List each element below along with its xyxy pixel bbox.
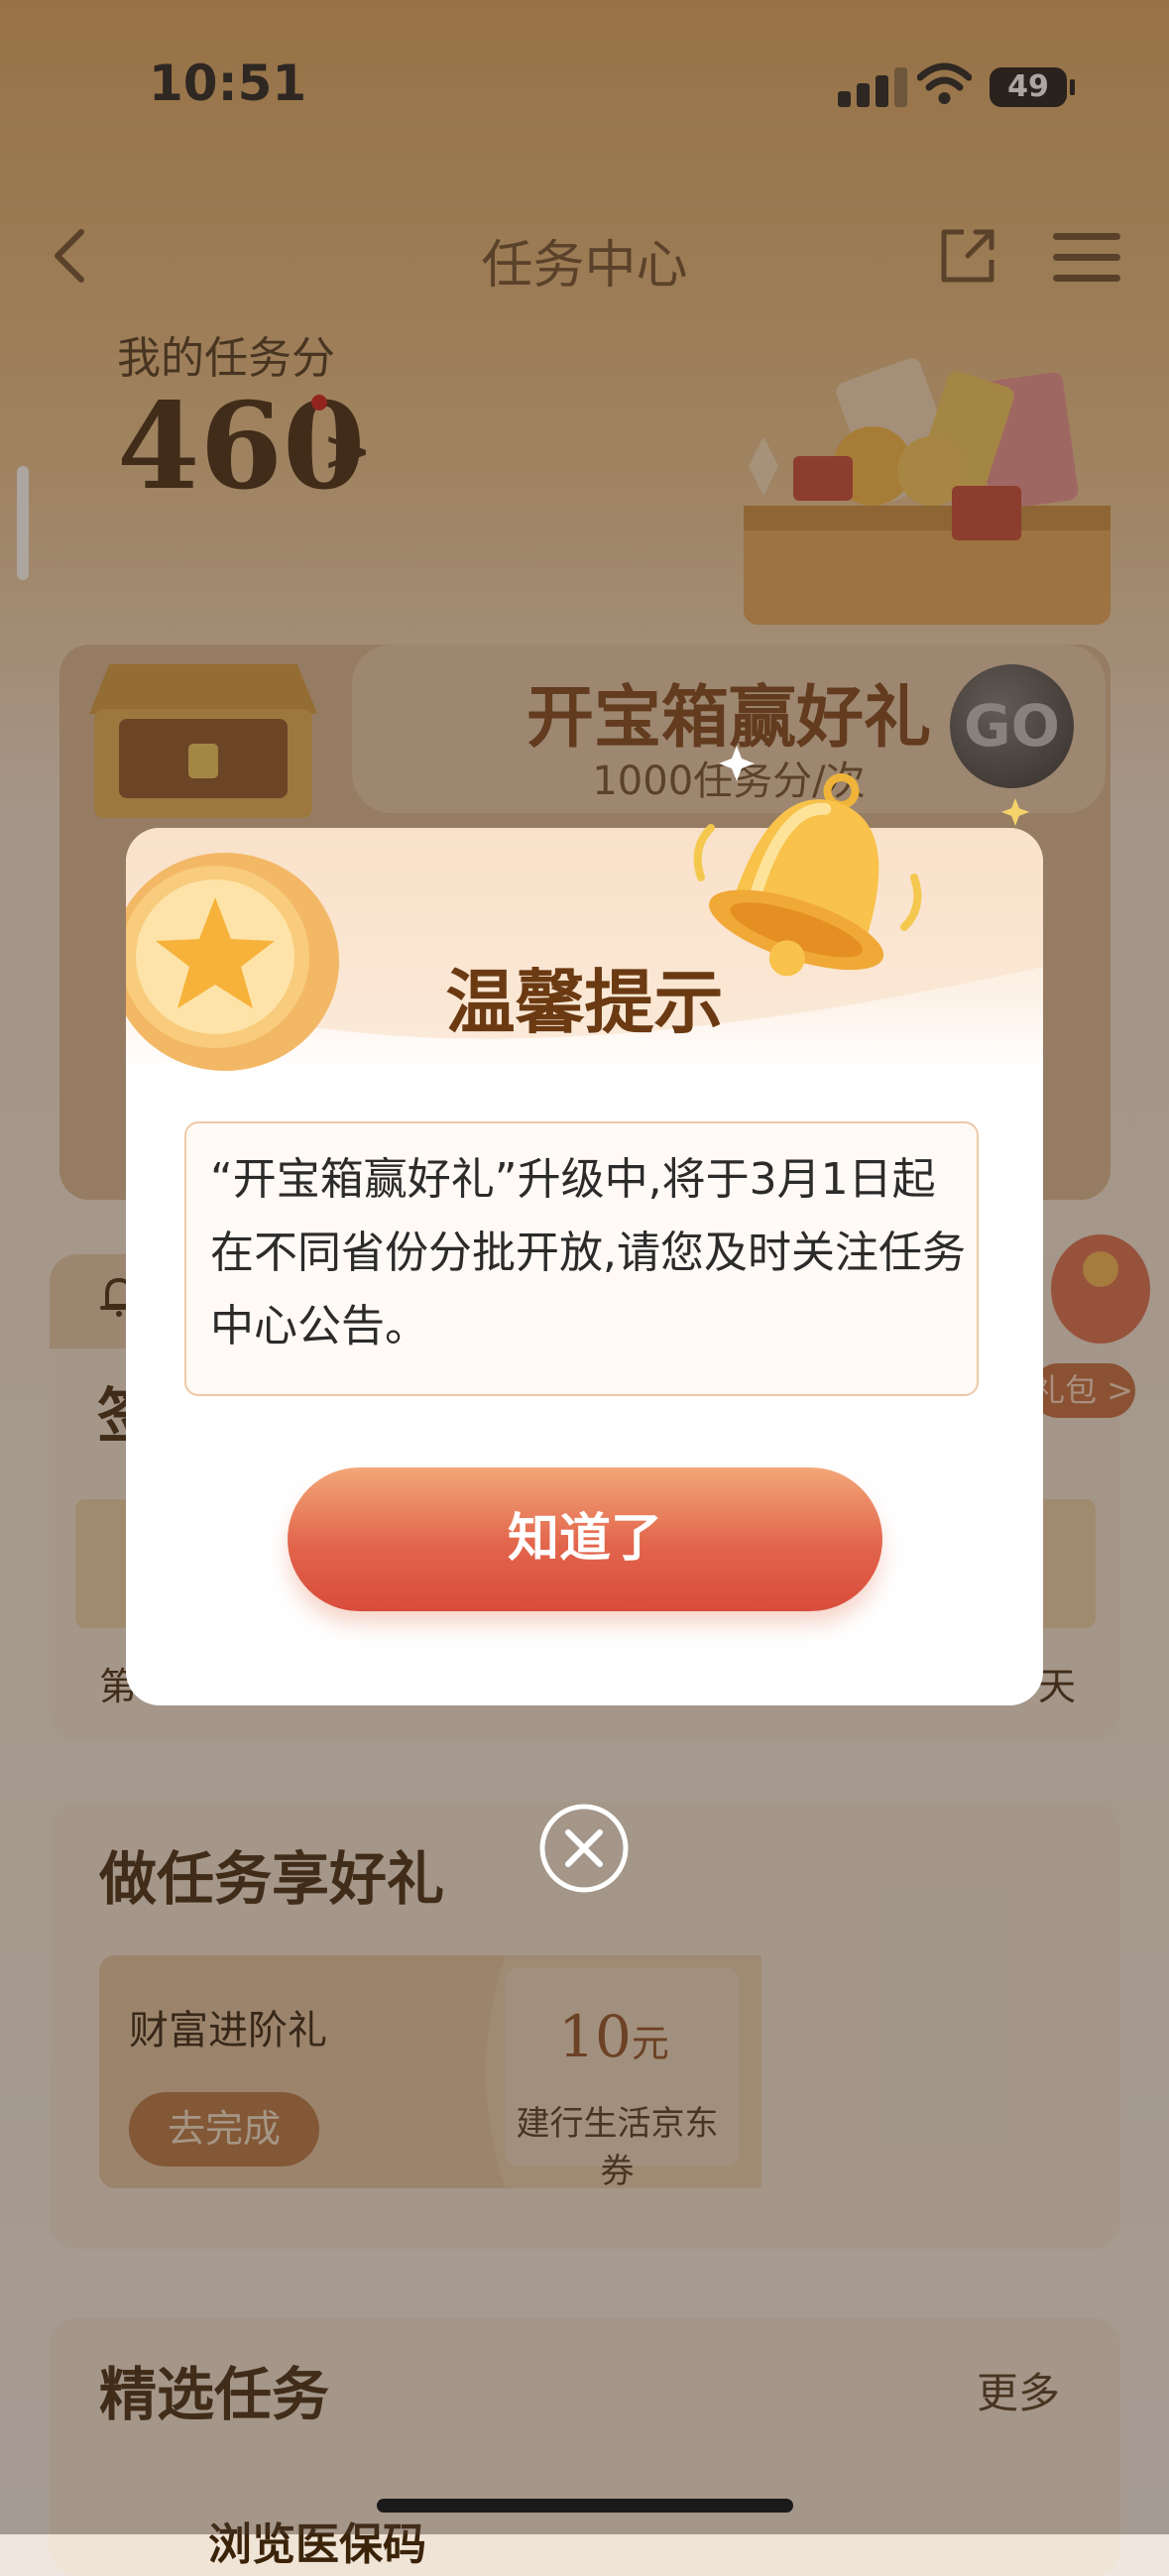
acknowledge-button[interactable]: 知道了	[288, 1467, 882, 1611]
bell-icon	[693, 772, 922, 977]
star-sparkle-icon	[1001, 798, 1029, 826]
modal-message: “开宝箱赢好礼”升级中,将于3月1日起在不同省份分批开放,请您及时关注任务中心公…	[210, 1154, 966, 1351]
home-indicator	[377, 2499, 793, 2513]
close-icon[interactable]	[538, 1803, 630, 1894]
